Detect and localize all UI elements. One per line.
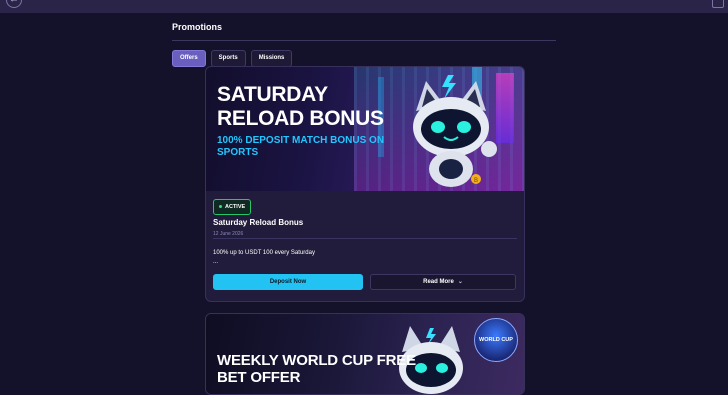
banner-subtitle: 100% DEPOSIT MATCH BONUS ON SPORTS (217, 135, 385, 158)
promo-banner[interactable]: WORLD CUP WEEKLY WORLD CUP FREE BET OFFE… (206, 314, 524, 394)
menu-corner-icon[interactable] (712, 0, 724, 8)
back-arrow-icon[interactable]: ← (6, 0, 22, 8)
promo-card: B SATURDAY RELOAD BONUS 100% DEPOSIT MAT… (205, 66, 525, 302)
read-more-label: Read More (423, 279, 454, 285)
promotion-tabs: Offers Sports Missions (172, 50, 293, 67)
banner-title: WEEKLY WORLD CUP FREE BET OFFER (217, 352, 416, 386)
promo-banner[interactable]: B SATURDAY RELOAD BONUS 100% DEPOSIT MAT… (206, 67, 524, 191)
status-text: ACTIVE (225, 204, 246, 210)
world-cup-badge-icon: WORLD CUP (474, 318, 518, 362)
top-bar: ← (0, 0, 728, 13)
promo-date: 12 June 2026 (213, 231, 244, 237)
promo-card: WORLD CUP WEEKLY WORLD CUP FREE BET OFFE… (205, 313, 525, 395)
svg-text:B: B (474, 178, 478, 184)
card-divider (213, 238, 517, 239)
tab-missions[interactable]: Missions (250, 50, 293, 67)
world-cup-badge-text: WORLD CUP (479, 337, 513, 343)
promo-description: 100% up to USDT 100 every Saturday (213, 250, 315, 256)
chevron-down-icon: ⌄ (457, 279, 463, 285)
deposit-now-button[interactable]: Deposit Now (213, 274, 363, 290)
status-badge: ACTIVE (213, 199, 252, 215)
title-divider (172, 40, 556, 41)
status-dot-icon (219, 205, 222, 209)
tab-offers[interactable]: Offers (172, 50, 206, 67)
tab-sports[interactable]: Sports (210, 50, 246, 67)
banner-title: SATURDAY RELOAD BONUS (217, 83, 384, 130)
read-more-button[interactable]: Read More ⌄ (370, 274, 516, 290)
promo-description-more: ... (213, 259, 219, 265)
promo-title: Saturday Reload Bonus (213, 218, 304, 227)
robot-mascot-icon: B (413, 75, 497, 187)
page-title: Promotions (172, 22, 223, 32)
